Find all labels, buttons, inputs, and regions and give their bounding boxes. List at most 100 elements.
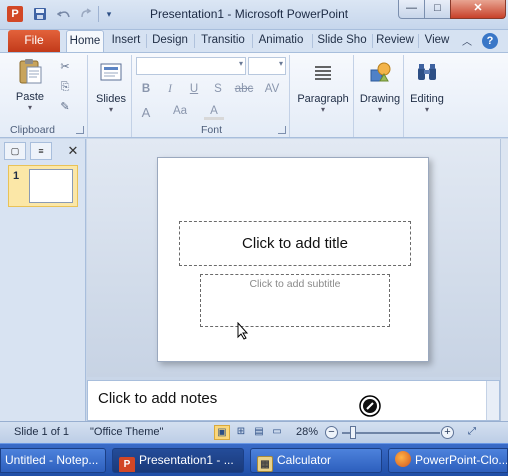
collapse-ribbon-icon[interactable]: ︿ xyxy=(460,33,474,49)
slide-sorter-view-icon[interactable]: ⊞ xyxy=(233,425,249,440)
zoom-out-button[interactable]: − xyxy=(325,426,338,439)
vertical-scrollbar[interactable] xyxy=(500,139,508,421)
copy-icon[interactable]: ⎘ xyxy=(56,79,74,95)
tab-transitions[interactable]: Transitio xyxy=(196,30,250,52)
slide-show-view-icon[interactable]: ▭ xyxy=(269,425,285,440)
editing-group: Editing ▾ xyxy=(406,55,450,137)
tab-separator xyxy=(146,34,147,48)
windows-taskbar: Untitled - Notep... P Presentation1 - ...… xyxy=(0,443,508,476)
zoom-level[interactable]: 28% xyxy=(296,426,318,438)
subtitle-placeholder[interactable]: Click to add subtitle xyxy=(200,274,390,327)
font-name-combo[interactable]: ▾ xyxy=(136,57,246,75)
drawing-dropdown-icon: ▾ xyxy=(377,105,382,114)
slides-pane: ▢ ≡ ✕ 1 xyxy=(0,139,86,421)
tab-view[interactable]: View xyxy=(420,30,454,52)
slide-thumbnail-number: 1 xyxy=(13,170,20,182)
tab-slide-show[interactable]: Slide Sho xyxy=(314,30,370,52)
font-launcher-icon[interactable] xyxy=(278,126,286,134)
font-size-combo[interactable]: ▾ xyxy=(248,57,286,75)
grow-font-button[interactable]: A xyxy=(136,105,156,120)
taskbar-item-firefox[interactable]: PowerPoint-Clo... xyxy=(388,448,508,473)
editing-label: Editing xyxy=(410,93,444,105)
save-icon[interactable] xyxy=(30,5,50,23)
tab-animations[interactable]: Animatio xyxy=(254,30,308,52)
zoom-slider-thumb[interactable] xyxy=(350,426,356,439)
maximize-button[interactable]: □ xyxy=(424,0,451,19)
status-bar: Slide 1 of 1 "Office Theme" ▣ ⊞ ▤ ▭ 28% … xyxy=(0,421,508,443)
clipboard-group-label: Clipboard xyxy=(10,124,55,136)
slide-thumbnail-item[interactable]: 1 xyxy=(8,165,78,207)
taskbar-item-label: PowerPoint-Clo... xyxy=(415,453,508,467)
tab-home[interactable]: Home xyxy=(66,30,104,52)
editing-dropdown-icon: ▾ xyxy=(424,105,429,114)
slides-button[interactable]: Slides ▾ xyxy=(92,59,130,114)
window-title: Presentation1 - Microsoft PowerPoint xyxy=(150,7,349,21)
notes-placeholder[interactable]: Click to add notes xyxy=(98,390,217,407)
underline-button[interactable]: U xyxy=(184,83,204,95)
cut-icon[interactable]: ✂ xyxy=(56,59,74,75)
tab-separator xyxy=(312,34,313,48)
notes-scrollbar[interactable] xyxy=(486,381,499,420)
editing-button[interactable]: Editing ▾ xyxy=(406,59,448,114)
fit-to-window-icon[interactable]: ⤢ xyxy=(464,425,480,440)
tab-separator xyxy=(418,34,419,48)
outline-tab-icon[interactable]: ≡ xyxy=(30,142,52,160)
taskbar-item-calculator[interactable]: ▦ Calculator xyxy=(250,448,382,473)
paragraph-button[interactable]: Paragraph ▾ xyxy=(294,59,352,114)
drawing-group: Drawing ▾ xyxy=(356,55,404,137)
slides-group: Slides ▾ xyxy=(90,55,132,137)
strikethrough-button[interactable]: abc xyxy=(232,83,256,95)
italic-button[interactable]: I xyxy=(160,83,180,95)
help-icon[interactable]: ? xyxy=(482,33,498,49)
format-painter-icon[interactable]: ✎ xyxy=(56,99,74,115)
clipboard-launcher-icon[interactable] xyxy=(76,126,84,134)
taskbar-item-label: Presentation1 - ... xyxy=(139,453,234,467)
redo-icon[interactable] xyxy=(78,5,94,23)
change-case-button[interactable]: Aa xyxy=(168,105,192,117)
slides-tab-icon[interactable]: ▢ xyxy=(4,142,26,160)
powerpoint-app-icon[interactable]: P xyxy=(7,6,23,22)
drawing-icon xyxy=(370,62,391,82)
drawing-label: Drawing xyxy=(359,93,401,105)
undo-icon[interactable] xyxy=(54,5,74,23)
binoculars-icon xyxy=(418,64,436,80)
reading-view-icon[interactable]: ▤ xyxy=(251,425,267,440)
slide-canvas[interactable]: Click to add title Click to add subtitle xyxy=(157,157,429,362)
font-group: ▾ ▾ B I U S abc AV A Aa A Font xyxy=(134,55,290,137)
calculator-taskbar-icon: ▦ xyxy=(257,456,273,472)
clipboard-group: Paste ▾ ✂ ⎘ ✎ Clipboard xyxy=(4,55,88,137)
normal-view-icon[interactable]: ▣ xyxy=(214,425,230,440)
theme-name[interactable]: "Office Theme" xyxy=(90,426,163,438)
powerpoint-taskbar-icon: P xyxy=(119,457,135,472)
customize-qat-icon[interactable]: ▾ xyxy=(103,5,115,23)
minimize-button[interactable]: — xyxy=(398,0,425,19)
pane-tabs: ▢ ≡ ✕ xyxy=(4,142,84,160)
tab-file[interactable]: File xyxy=(8,30,60,52)
bold-button[interactable]: B xyxy=(136,83,156,95)
taskbar-item-label: Untitled - Notep... xyxy=(5,453,99,467)
paste-icon xyxy=(19,59,42,84)
zoom-slider-track[interactable] xyxy=(342,432,440,434)
character-spacing-button[interactable]: AV xyxy=(260,83,284,95)
close-button[interactable]: ✕ xyxy=(450,0,506,19)
taskbar-item-notepad[interactable]: Untitled - Notep... xyxy=(0,448,106,473)
tab-separator xyxy=(372,34,373,48)
font-color-button[interactable]: A xyxy=(204,105,224,120)
tab-insert[interactable]: Insert xyxy=(106,30,146,52)
taskbar-item-presentation[interactable]: P Presentation1 - ... xyxy=(112,448,244,473)
zoom-in-button[interactable]: + xyxy=(441,426,454,439)
title-placeholder[interactable]: Click to add title xyxy=(179,221,411,266)
tab-design[interactable]: Design xyxy=(148,30,192,52)
paste-dropdown-icon: ▾ xyxy=(27,103,32,112)
slides-label: Slides xyxy=(96,93,126,105)
paste-button[interactable]: Paste ▾ xyxy=(8,57,52,112)
slides-dropdown-icon: ▾ xyxy=(108,105,113,114)
slides-icon xyxy=(100,63,122,81)
shadow-button[interactable]: S xyxy=(208,83,228,95)
paragraph-dropdown-icon: ▾ xyxy=(320,105,325,114)
firefox-taskbar-icon xyxy=(395,451,411,467)
notes-pane[interactable]: Click to add notes xyxy=(87,380,500,421)
drawing-button[interactable]: Drawing ▾ xyxy=(358,59,402,114)
pane-close-icon[interactable]: ✕ xyxy=(64,142,82,160)
tab-review[interactable]: Review xyxy=(374,30,416,52)
